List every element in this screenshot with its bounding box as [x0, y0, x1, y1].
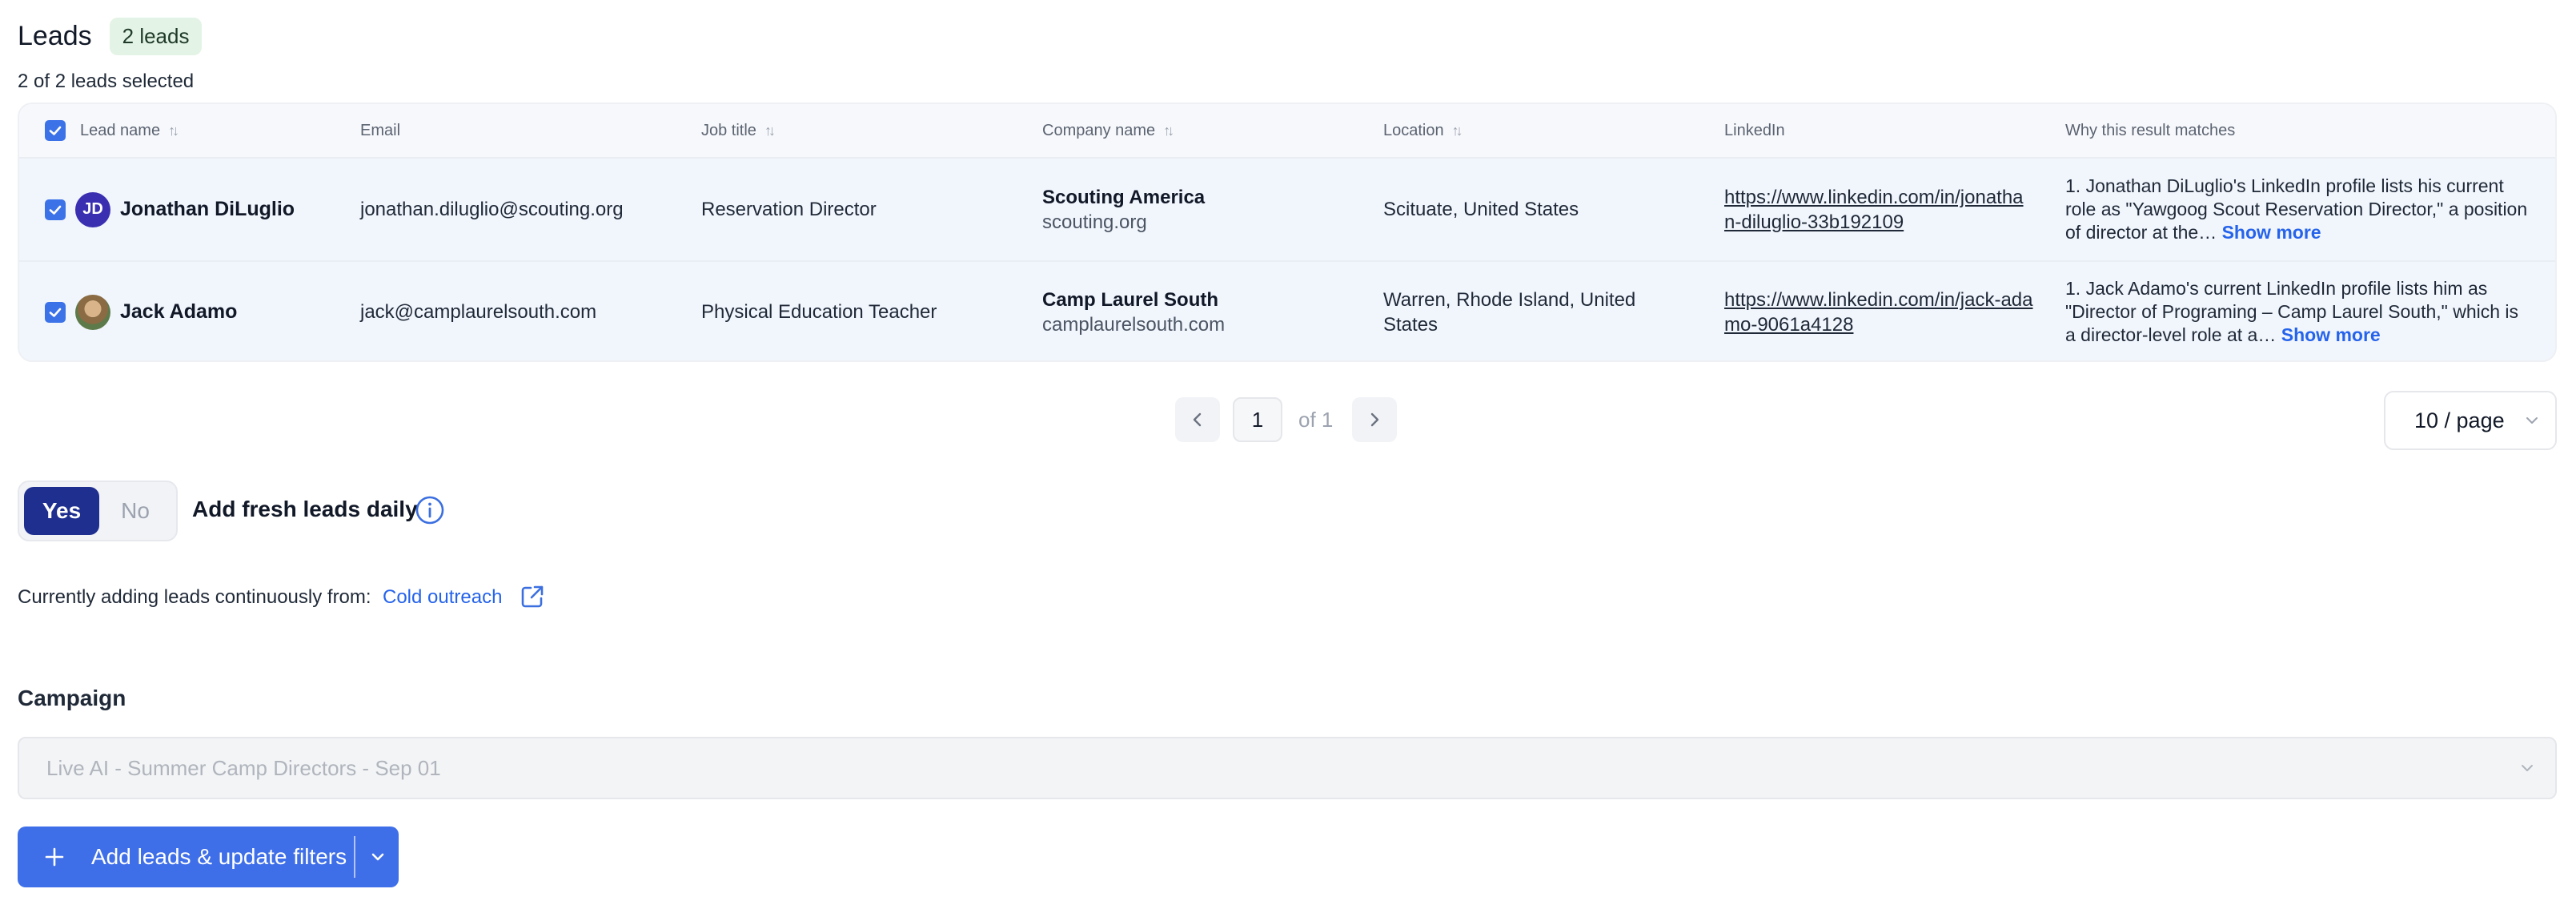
company-name: Camp Laurel South [1042, 288, 1219, 311]
column-header-why-matches: Why this result matches [2065, 122, 2555, 140]
column-label-linkedin: LinkedIn [1724, 121, 1785, 139]
column-header-email: Email [360, 122, 701, 140]
plus-icon [18, 845, 91, 869]
company-domain: scouting.org [1042, 211, 1147, 233]
linkedin-cell: https://www.linkedin.com/in/jonathan-dil… [1724, 185, 2065, 235]
fresh-leads-toggle: Yes No [18, 481, 178, 541]
job-title-cell: Reservation Director [701, 199, 877, 220]
toggle-yes-option[interactable]: Yes [24, 487, 99, 535]
add-leads-label: Add leads & update filters [91, 844, 347, 869]
previous-page-button[interactable] [1175, 397, 1220, 442]
company-name: Scouting America [1042, 186, 1206, 208]
page-header: Leads 2 leads [18, 18, 203, 55]
continuous-source-text: Currently adding leads continuously from… [18, 586, 371, 608]
lead-name-cell: Jack Adamo [19, 294, 360, 330]
column-header-job-title[interactable]: Job title ↑↓ [701, 122, 1042, 140]
avatar-photo [75, 294, 110, 330]
add-leads-dropdown-toggle[interactable] [357, 827, 399, 887]
company-domain: camplaurelsouth.com [1042, 313, 1226, 336]
linkedin-cell: https://www.linkedin.com/in/jack-adamo-9… [1724, 288, 2065, 337]
select-all-checkbox[interactable] [45, 120, 66, 141]
sort-icon[interactable]: ↑↓ [168, 123, 179, 139]
location-cell: Warren, Rhode Island, United States [1383, 288, 1636, 336]
lead-count-badge: 2 leads [109, 18, 203, 55]
page-total: of 1 [1298, 407, 1334, 432]
column-label-lead-name: Lead name [80, 121, 161, 139]
selection-status: 2 of 2 leads selected [18, 70, 195, 92]
job-title-cell: Physical Education Teacher [701, 301, 937, 323]
chevron-down-icon [2526, 417, 2538, 424]
check-icon [49, 308, 62, 317]
campaign-link[interactable]: Cold outreach [383, 586, 502, 609]
check-icon [49, 205, 62, 215]
campaign-label: Campaign [18, 686, 126, 710]
sort-icon[interactable]: ↑↓ [1163, 123, 1174, 139]
column-header-lead-name[interactable]: Lead name ↑↓ [19, 120, 360, 141]
show-more-link[interactable]: Show more [2281, 324, 2381, 345]
leads-table: Lead name ↑↓ Email Job title ↑↓ Company … [18, 103, 2557, 362]
lead-name-cell: JD Jonathan DiLuglio [19, 191, 360, 227]
chevron-down-icon [2522, 765, 2533, 771]
column-label-email: Email [360, 121, 401, 139]
linkedin-link[interactable]: https://www.linkedin.com/in/jonathan-dil… [1724, 187, 2024, 233]
campaign-value: Live AI - Summer Camp Directors - Sep 01 [46, 755, 441, 780]
table-header: Lead name ↑↓ Email Job title ↑↓ Company … [19, 104, 2555, 159]
column-header-location[interactable]: Location ↑↓ [1383, 122, 1724, 140]
why-matches-cell: 1. Jack Adamo's current LinkedIn profile… [2065, 277, 2555, 347]
column-label-company-name: Company name [1042, 121, 1156, 139]
page-size-value: 10 / page [2414, 408, 2505, 432]
company-cell: Camp Laurel South camplaurelsouth.com [1042, 288, 1383, 337]
page-title: Leads [18, 21, 92, 51]
campaign-select[interactable]: Live AI - Summer Camp Directors - Sep 01 [18, 737, 2557, 799]
email-cell: jack@camplaurelsouth.com [360, 301, 597, 323]
email-cell: jonathan.diluglio@scouting.org [360, 199, 624, 220]
row-checkbox[interactable] [45, 301, 66, 323]
next-page-button[interactable] [1352, 397, 1398, 442]
sort-icon[interactable]: ↑↓ [764, 123, 776, 139]
add-leads-button[interactable]: Add leads & update filters [18, 827, 399, 887]
check-icon [49, 126, 62, 135]
linkedin-link[interactable]: https://www.linkedin.com/in/jack-adamo-9… [1724, 289, 2033, 336]
why-matches-cell: 1. Jonathan DiLuglio's LinkedIn profile … [2065, 175, 2555, 244]
pagination: 1 of 1 [1175, 397, 1398, 442]
column-label-job-title: Job title [701, 121, 756, 139]
column-header-linkedin: LinkedIn [1724, 122, 2065, 140]
lead-name: Jack Adamo [120, 300, 238, 323]
show-more-link[interactable]: Show more [2222, 222, 2321, 243]
chevron-down-icon [371, 853, 384, 861]
page-size-select[interactable]: 10 / page [2384, 391, 2557, 450]
lead-name: Jonathan DiLuglio [120, 198, 295, 220]
chevron-right-icon [1371, 412, 1379, 427]
location-cell: Scituate, United States [1383, 199, 1579, 220]
fresh-leads-label: Add fresh leads daily [192, 497, 418, 521]
sort-icon[interactable]: ↑↓ [1452, 123, 1463, 139]
toggle-no-option[interactable]: No [99, 498, 171, 524]
avatar: JD [75, 191, 110, 227]
column-label-location: Location [1383, 121, 1444, 139]
chevron-left-icon [1193, 412, 1202, 427]
external-link-icon[interactable] [519, 583, 546, 610]
column-header-company-name[interactable]: Company name ↑↓ [1042, 122, 1383, 140]
company-cell: Scouting America scouting.org [1042, 185, 1383, 235]
current-page-input[interactable]: 1 [1233, 397, 1282, 442]
column-label-why-matches: Why this result matches [2065, 121, 2236, 139]
info-icon[interactable] [415, 495, 445, 525]
button-divider [354, 836, 355, 878]
table-row[interactable]: Jack Adamo jack@camplaurelsouth.com Phys… [19, 260, 2555, 360]
table-row[interactable]: JD Jonathan DiLuglio jonathan.diluglio@s… [19, 159, 2555, 260]
row-checkbox[interactable] [45, 199, 66, 220]
